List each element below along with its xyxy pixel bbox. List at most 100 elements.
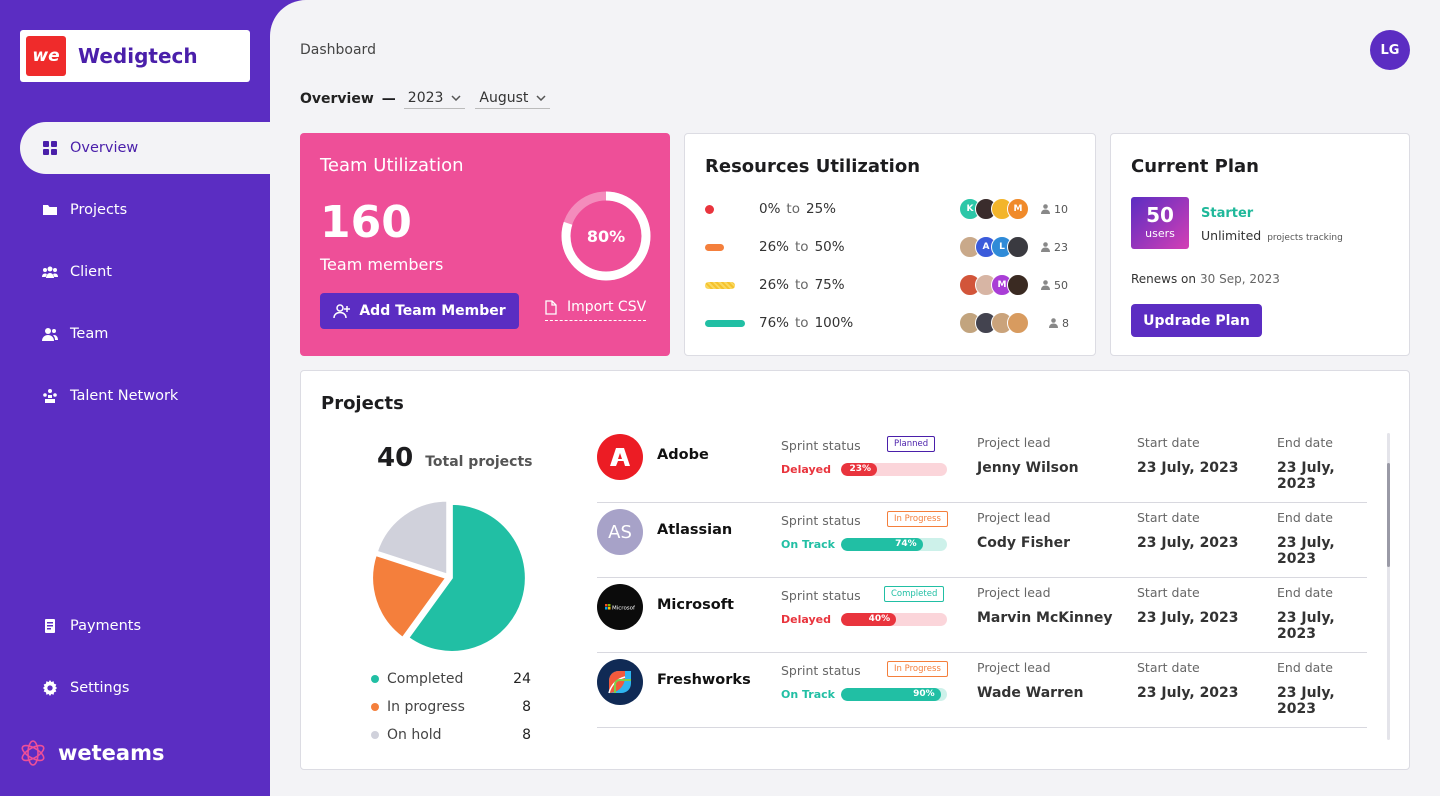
- sidebar-item-projects[interactable]: Projects: [0, 184, 270, 236]
- start-date: 23 July, 2023: [1137, 685, 1239, 701]
- start-date: 23 July, 2023: [1137, 610, 1239, 626]
- legend-item: On hold 8: [371, 721, 531, 749]
- avatar-stack[interactable]: M: [959, 274, 1029, 296]
- utilization-indicator: [705, 319, 755, 327]
- sidebar-item-label: Talent Network: [70, 388, 179, 404]
- plan-name: Starter: [1201, 206, 1254, 221]
- progress-bar: 23%: [841, 463, 947, 476]
- brand-logo-box[interactable]: we Wedigtech: [20, 30, 250, 82]
- end-date-label: End date: [1277, 435, 1333, 450]
- end-date: 23 July, 2023: [1277, 535, 1335, 567]
- project-lead-label: Project lead: [977, 585, 1051, 600]
- project-lead: Jenny Wilson: [977, 460, 1079, 476]
- team-utilization-card: Team Utilization 160 Team members 80% Ad…: [300, 133, 670, 356]
- start-date-label: Start date: [1137, 660, 1200, 675]
- import-csv-link[interactable]: Import CSV: [545, 299, 647, 321]
- sprint-tag: Planned: [887, 436, 936, 452]
- sprint-status-label: Sprint status: [781, 438, 861, 453]
- filter-label: Overview: [300, 90, 374, 107]
- start-date-label: Start date: [1137, 585, 1200, 600]
- sidebar-bottom-nav: Payments Settings: [0, 600, 270, 724]
- resource-count: 23: [1041, 241, 1068, 254]
- adobe-logo-icon: [597, 434, 643, 480]
- sidebar-item-label: Settings: [70, 680, 130, 696]
- team-icon: [42, 326, 58, 342]
- avatar-stack[interactable]: [959, 312, 1029, 334]
- utilization-indicator: [705, 204, 755, 214]
- project-row[interactable]: Project lead Start date End date: [597, 728, 1367, 740]
- avatar-stack[interactable]: KM: [959, 198, 1029, 220]
- brand-name: Wedigtech: [78, 44, 198, 68]
- resource-row: 0% to 25% KM 10: [705, 197, 1081, 221]
- utilization-indicator: [705, 243, 755, 251]
- legend-item: Completed 24: [371, 665, 531, 693]
- users-icon: [42, 264, 58, 280]
- end-date-label: End date: [1277, 585, 1333, 600]
- microsoft-logo-icon: Microsoft: [597, 584, 643, 630]
- sprint-status-label: Sprint status: [781, 663, 861, 678]
- sprint-tag: Completed: [884, 586, 945, 602]
- brand-logo: we: [26, 36, 66, 76]
- freshworks-logo-icon: [597, 659, 643, 705]
- project-row[interactable]: Freshworks Sprint status In Progress On …: [597, 653, 1367, 728]
- sidebar-item-client[interactable]: Client: [0, 246, 270, 298]
- resource-count: 10: [1041, 203, 1068, 216]
- start-date-label: Start date: [1137, 435, 1200, 450]
- folder-icon: [42, 202, 58, 218]
- progress-bar: 40%: [841, 613, 947, 626]
- plan-renewal: Renews on 30 Sep, 2023: [1131, 272, 1280, 286]
- sidebar-item-label: Team: [70, 326, 109, 342]
- sidebar-item-payments[interactable]: Payments: [0, 600, 270, 652]
- person-icon: [1041, 242, 1050, 252]
- weteams-logo-icon: [21, 740, 45, 766]
- project-row[interactable]: Adobe Sprint status Planned Delayed 23% …: [597, 428, 1367, 503]
- resource-count: 8: [1049, 317, 1069, 330]
- start-date: 23 July, 2023: [1137, 535, 1239, 551]
- sidebar-item-settings[interactable]: Settings: [0, 662, 270, 714]
- gear-icon: [42, 680, 58, 696]
- utilization-range: 26% to 50%: [759, 239, 845, 255]
- project-name: Freshworks: [657, 672, 751, 688]
- projects-legend: Completed 24 In progress 8 On hold 8: [371, 665, 531, 749]
- resource-row: 76% to 100% 8: [705, 311, 1081, 335]
- avatar-stack[interactable]: AL: [959, 236, 1029, 258]
- sidebar-item-team[interactable]: Team: [0, 308, 270, 360]
- sidebar: we Wedigtech Overview Projects Client Te…: [0, 0, 270, 796]
- resources-utilization-card: Resources Utilization 0% to 25% KM 10 26% t…: [684, 133, 1096, 356]
- projects-title: Projects: [321, 393, 404, 414]
- project-row[interactable]: AS Atlassian Sprint status In Progress O…: [597, 503, 1367, 578]
- projects-card: Projects 40 Total projects Completed 24 I…: [300, 370, 1410, 770]
- sidebar-item-talent-network[interactable]: Talent Network: [0, 370, 270, 422]
- project-row[interactable]: Microsoft Microsoft Sprint status Comple…: [597, 578, 1367, 653]
- sprint-tag: In Progress: [887, 661, 948, 677]
- add-team-member-label: Add Team Member: [359, 303, 506, 319]
- plan-subtitle: Unlimited projects tracking: [1201, 228, 1343, 243]
- project-list-scrollbar-thumb[interactable]: [1387, 463, 1390, 567]
- project-lead: Marvin McKinney: [977, 610, 1113, 626]
- project-status: On Track: [781, 688, 835, 701]
- add-user-icon: [333, 304, 351, 319]
- grid-icon: [42, 140, 58, 156]
- add-team-member-button[interactable]: Add Team Member: [320, 293, 519, 329]
- month-select[interactable]: August: [475, 88, 551, 109]
- year-select[interactable]: 2023: [403, 88, 466, 109]
- sidebar-item-label: Overview: [70, 140, 139, 156]
- resources-title: Resources Utilization: [705, 156, 921, 177]
- current-plan-card: Current Plan 50 users Starter Unlimited …: [1110, 133, 1410, 356]
- project-name: Microsoft: [657, 597, 734, 613]
- upgrade-plan-button[interactable]: Updrade Plan: [1131, 304, 1262, 337]
- resource-row: 26% to 75% M 50: [705, 273, 1081, 297]
- project-lead: Cody Fisher: [977, 535, 1070, 551]
- svg-text:Microsoft: Microsoft: [612, 606, 635, 612]
- person-icon: [1049, 318, 1058, 328]
- sidebar-item-overview[interactable]: Overview: [20, 122, 270, 174]
- sidebar-item-label: Payments: [70, 618, 142, 634]
- project-name: Atlassian: [657, 522, 733, 538]
- user-avatar[interactable]: LG: [1370, 30, 1410, 70]
- team-member-label: Team members: [320, 255, 444, 274]
- weteams-brand[interactable]: weteams: [18, 738, 164, 768]
- utilization-range: 0% to 25%: [759, 201, 836, 217]
- legend-item: In progress 8: [371, 693, 531, 721]
- network-icon: [42, 388, 58, 404]
- person-icon: [1041, 280, 1050, 290]
